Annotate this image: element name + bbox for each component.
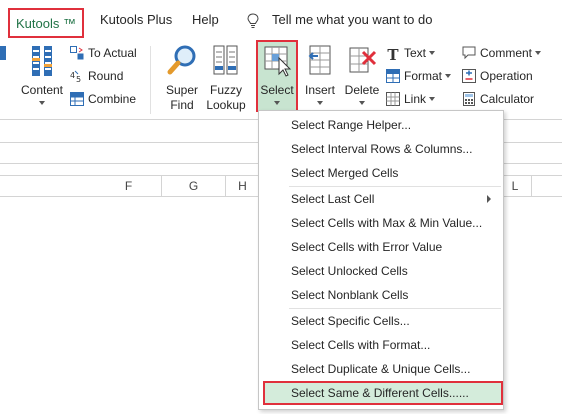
delete-button[interactable]: Delete bbox=[342, 44, 382, 105]
operation-icon bbox=[462, 69, 476, 83]
menu-item-last-cell-label: Select Last Cell bbox=[291, 192, 375, 206]
tab-kutools-plus[interactable]: Kutools Plus bbox=[100, 0, 172, 40]
select-label: Select bbox=[260, 83, 294, 97]
chevron-down-icon bbox=[317, 101, 323, 105]
chevron-down-icon bbox=[359, 101, 365, 105]
column-header-h[interactable]: H bbox=[226, 176, 260, 196]
insert-button[interactable]: Insert bbox=[302, 44, 338, 105]
link-button[interactable]: Link bbox=[386, 89, 436, 109]
magnifier-icon bbox=[167, 45, 196, 75]
round-label: Round bbox=[88, 69, 124, 83]
format-icon bbox=[386, 69, 400, 83]
text-label: Text bbox=[404, 46, 427, 60]
operation-label: Operation bbox=[480, 69, 533, 83]
column-header-f[interactable]: F bbox=[96, 176, 162, 196]
lightbulb-icon bbox=[247, 13, 259, 28]
menu-item-duplicate-unique[interactable]: Select Duplicate & Unique Cells... bbox=[259, 357, 503, 381]
partial-icon bbox=[0, 46, 6, 60]
calculator-icon bbox=[463, 92, 475, 106]
super-find-label-1: Super bbox=[165, 83, 199, 97]
comment-label: Comment bbox=[480, 46, 533, 60]
tell-me-search[interactable]: Tell me what you want to do bbox=[272, 0, 432, 40]
chevron-right-icon bbox=[487, 195, 491, 203]
text-t-icon: T bbox=[387, 46, 399, 64]
to-actual-button[interactable]: To Actual bbox=[70, 43, 137, 63]
chevron-down-icon bbox=[274, 101, 280, 105]
column-header-g[interactable]: G bbox=[162, 176, 226, 196]
super-find-label-2: Find bbox=[170, 98, 194, 112]
fuzzy-lookup-label-2: Lookup bbox=[206, 98, 246, 112]
menu-item-error-value[interactable]: Select Cells with Error Value bbox=[259, 235, 503, 259]
content-label: Content bbox=[20, 83, 64, 97]
comment-button[interactable]: Comment bbox=[462, 43, 542, 63]
chevron-down-icon bbox=[429, 51, 436, 55]
fuzzy-lookup-button[interactable]: Fuzzy Lookup bbox=[204, 44, 248, 113]
insert-icon bbox=[308, 45, 331, 75]
super-find-button[interactable]: Super Find bbox=[162, 44, 202, 113]
menu-item-unlocked-cells[interactable]: Select Unlocked Cells bbox=[259, 259, 503, 283]
menu-item-same-different-cells[interactable]: Select Same & Different Cells...... bbox=[263, 381, 503, 405]
menu-item-specific-cells[interactable]: Select Specific Cells... bbox=[259, 309, 503, 333]
ribbon-tab-bar: Kutools ™ Kutools Plus Help Tell me what… bbox=[0, 0, 562, 40]
operation-button[interactable]: Operation bbox=[462, 66, 533, 86]
fuzzy-lookup-label-1: Fuzzy bbox=[209, 83, 242, 97]
menu-item-nonblank-cells[interactable]: Select Nonblank Cells bbox=[259, 283, 503, 307]
menu-item-merged-cells[interactable]: Select Merged Cells bbox=[259, 161, 503, 185]
select-button[interactable]: Select bbox=[256, 40, 298, 112]
text-button[interactable]: T Text bbox=[386, 43, 436, 64]
delete-icon bbox=[349, 47, 377, 73]
chevron-down-icon bbox=[445, 74, 452, 78]
ribbon-body: Content To Actual 4 5 Round Combine Super … bbox=[0, 40, 562, 120]
combine-label: Combine bbox=[88, 92, 137, 106]
combine-button[interactable]: Combine bbox=[70, 89, 136, 109]
delete-label: Delete bbox=[344, 83, 380, 97]
to-actual-icon bbox=[70, 46, 84, 60]
combine-icon bbox=[70, 92, 84, 106]
ribbon-separator bbox=[150, 46, 151, 114]
menu-item-range-helper[interactable]: Select Range Helper... bbox=[259, 113, 503, 137]
chevron-down-icon bbox=[429, 97, 436, 101]
select-dropdown-menu: Select Range Helper... Select Interval R… bbox=[258, 110, 504, 410]
format-label: Format bbox=[404, 69, 443, 83]
menu-item-cells-with-format[interactable]: Select Cells with Format... bbox=[259, 333, 503, 357]
comment-icon bbox=[462, 46, 476, 60]
svg-text:5: 5 bbox=[76, 75, 81, 83]
chevron-down-icon bbox=[535, 51, 542, 55]
insert-label: Insert bbox=[304, 83, 335, 97]
svg-text:4: 4 bbox=[70, 71, 75, 80]
select-cells-icon bbox=[264, 46, 292, 77]
to-actual-label: To Actual bbox=[88, 46, 137, 60]
round-button[interactable]: 4 5 Round bbox=[70, 66, 123, 86]
content-icon bbox=[32, 46, 52, 76]
chevron-down-icon bbox=[39, 101, 45, 105]
tab-kutools[interactable]: Kutools ™ bbox=[8, 8, 84, 38]
link-icon bbox=[386, 92, 400, 106]
menu-item-interval-rows-columns[interactable]: Select Interval Rows & Columns... bbox=[259, 137, 503, 161]
tab-help[interactable]: Help bbox=[192, 0, 219, 40]
format-button[interactable]: Format bbox=[386, 66, 452, 86]
link-label: Link bbox=[404, 92, 427, 106]
content-button[interactable]: Content bbox=[18, 44, 66, 105]
calculator-button[interactable]: Calculator bbox=[462, 89, 534, 109]
menu-item-last-cell[interactable]: Select Last Cell bbox=[259, 187, 503, 211]
fuzzy-lookup-icon bbox=[213, 45, 238, 75]
round-icon: 45 bbox=[70, 70, 81, 83]
menu-item-max-min-value[interactable]: Select Cells with Max & Min Value... bbox=[259, 211, 503, 235]
calculator-label: Calculator bbox=[480, 92, 535, 106]
